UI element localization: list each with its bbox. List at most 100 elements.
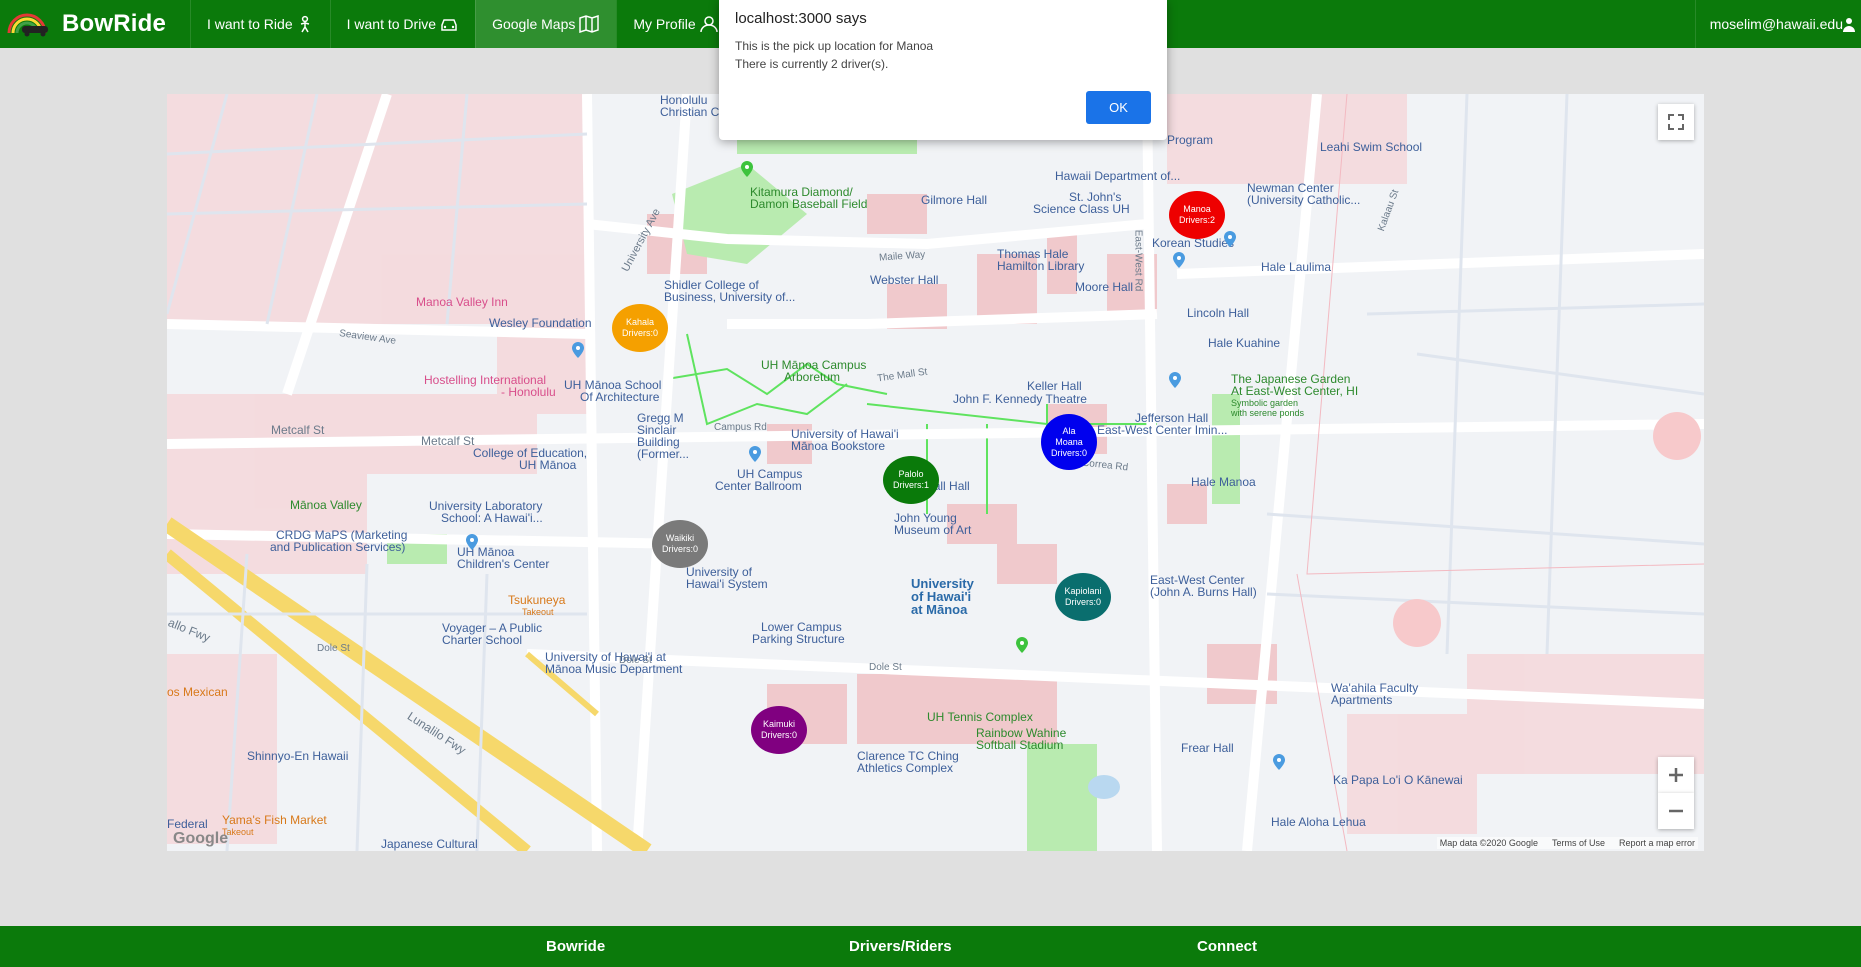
- map-label: Hawaii Department of...: [1055, 169, 1181, 183]
- map-marker-icon[interactable]: [1271, 754, 1287, 770]
- nav-ride-label: I want to Ride: [207, 16, 293, 32]
- map-label: Lincoln Hall: [1187, 306, 1250, 320]
- fullscreen-icon: [1668, 114, 1684, 130]
- pickup-drivers: Drivers:0: [1064, 597, 1101, 607]
- map-label: Hale Laulima: [1261, 260, 1332, 274]
- rainbow-car-logo-icon: [7, 13, 48, 37]
- street-label: Dole St: [619, 655, 652, 666]
- map-label: John F. Kennedy Theatre: [953, 392, 1087, 406]
- pickup-name: Kahala: [625, 317, 655, 327]
- map-label: Webster Hall: [870, 273, 939, 287]
- plus-icon: [1669, 768, 1683, 782]
- pickup-drivers: Drivers:0: [621, 328, 658, 338]
- map-label: Christian Ch: [660, 105, 727, 119]
- pickup-drivers: Drivers:0: [1050, 447, 1087, 458]
- footer-drivers-riders[interactable]: Drivers/Riders: [849, 938, 952, 955]
- zoom-out-button[interactable]: [1658, 793, 1694, 829]
- pickup-name: Waikiki: [665, 533, 695, 543]
- car-icon: [441, 19, 457, 31]
- dialog-message: This is the pick up location for Manoa: [735, 39, 934, 53]
- map-label: East-West Center Imin...: [1097, 423, 1228, 437]
- map-label: Parking Structure: [752, 632, 845, 646]
- map-label: Wesley Foundation: [489, 316, 592, 330]
- ok-button[interactable]: OK: [1086, 91, 1151, 124]
- nav-my-profile[interactable]: My Profile: [616, 0, 734, 48]
- pickup-waikiki[interactable]: Waikiki Drivers:0: [652, 520, 708, 568]
- map-label: Program: [1167, 133, 1214, 147]
- map-marker-icon[interactable]: [1171, 252, 1187, 268]
- map-marker-icon[interactable]: [464, 534, 480, 550]
- map-label: Museum of Art: [894, 523, 972, 537]
- pickup-ala-moana[interactable]: Ala Moana Drivers:0: [1041, 414, 1097, 470]
- pickup-drivers: Drivers:0: [760, 730, 797, 740]
- map-label: UH Tennis Complex: [927, 710, 1033, 724]
- pickup-manoa[interactable]: Manoa Drivers:2: [1169, 191, 1225, 239]
- nav-ride[interactable]: I want to Ride: [190, 0, 330, 48]
- map-label: Arboretum: [784, 370, 841, 384]
- pickup-drivers: Drivers:0: [661, 544, 698, 554]
- map-label: School: A Hawai'i...: [441, 511, 543, 525]
- dialog-title: localhost:3000 says: [735, 10, 867, 27]
- map-label: Japanese Cultural: [381, 837, 478, 851]
- street-label: Metcalf St: [271, 423, 325, 437]
- user-icon: [699, 16, 718, 33]
- map-label: Gilmore Hall: [921, 193, 988, 207]
- map-label: Hawai'i System: [686, 577, 768, 591]
- map-marker-icon[interactable]: [1167, 372, 1183, 388]
- map-label: Softball Stadium: [976, 738, 1064, 752]
- map-label: Business, University of...: [664, 290, 796, 304]
- map-label: Damon Baseball Field: [750, 197, 868, 211]
- google-map[interactable]: Kitamura Diamond/ Damon Baseball Field G…: [167, 94, 1704, 851]
- map-label: Hale Kuahine: [1208, 336, 1281, 350]
- map-label: Takeout: [522, 607, 554, 617]
- map-label: (John A. Burns Hall): [1150, 585, 1257, 599]
- pickup-kaimuki[interactable]: Kaimuki Drivers:0: [751, 706, 807, 754]
- map-marker-icon[interactable]: [570, 342, 586, 358]
- map-label: Science Class UH: [1033, 202, 1130, 216]
- terms-link[interactable]: Terms of Use: [1552, 838, 1605, 848]
- map-label: Hamilton Library: [997, 259, 1085, 273]
- user-email: moselim@hawaii.edu: [1709, 16, 1843, 32]
- map-marker-icon[interactable]: [739, 161, 755, 177]
- street-label: Dole St: [869, 662, 902, 673]
- pickup-palolo[interactable]: Palolo Drivers:1: [883, 456, 939, 504]
- map-label: Children's Center: [457, 557, 550, 571]
- map-label: at Mānoa: [911, 602, 968, 617]
- pickup-kapiolani[interactable]: Kapiolani Drivers:0: [1055, 573, 1111, 621]
- map-label: Mānoa Music Department: [545, 662, 683, 676]
- map-label: Ka Papa Lo'i O Kānewai: [1333, 773, 1463, 787]
- pickup-name: Kaimuki: [762, 719, 795, 729]
- nav-google-maps-label: Google Maps: [492, 16, 576, 32]
- pickup-name: Ala Moana: [1055, 425, 1083, 447]
- map-label: os Mexican: [167, 685, 228, 699]
- map-label: Hale Aloha Lehua: [1271, 815, 1366, 829]
- map-label: UH Mānoa: [519, 458, 577, 472]
- user-menu[interactable]: moselim@hawaii.edu: [1694, 0, 1861, 48]
- pickup-kahala[interactable]: Kahala Drivers:0: [612, 304, 668, 352]
- report-error-link[interactable]: Report a map error: [1619, 838, 1695, 848]
- street-label: Dole St: [317, 643, 350, 654]
- footer-bowride[interactable]: Bowride: [546, 938, 605, 955]
- map-label: (Former...: [637, 447, 690, 461]
- map-label: with serene ponds: [1231, 408, 1305, 418]
- nav-drive-label: I want to Drive: [346, 16, 437, 32]
- minus-icon: [1669, 809, 1683, 813]
- nav-drive[interactable]: I want to Drive: [329, 0, 475, 48]
- dialog-message: There is currently 2 driver(s).: [735, 57, 889, 71]
- map-label: (University Catholic...: [1247, 193, 1361, 207]
- map-marker-icon[interactable]: [747, 446, 763, 462]
- pickup-name: Kapiolani: [1064, 586, 1102, 596]
- map-marker-icon[interactable]: [1014, 637, 1030, 653]
- nav-google-maps[interactable]: Google Maps: [475, 0, 617, 48]
- pickup-drivers: Drivers:2: [1178, 215, 1215, 225]
- map-label: Moore Hall: [1075, 280, 1134, 294]
- zoom-in-button[interactable]: [1658, 757, 1694, 793]
- person-icon: [300, 15, 309, 33]
- map-marker-icon[interactable]: [1222, 231, 1238, 247]
- fullscreen-button[interactable]: [1658, 104, 1694, 140]
- street-label: East-West Rd: [1132, 229, 1144, 292]
- map-attribution: Map data ©2020 Google Terms of Use Repor…: [1436, 837, 1698, 849]
- street-label: Metcalf St: [421, 434, 475, 448]
- footer-connect[interactable]: Connect: [1197, 938, 1257, 955]
- brand[interactable]: BowRide: [0, 0, 190, 48]
